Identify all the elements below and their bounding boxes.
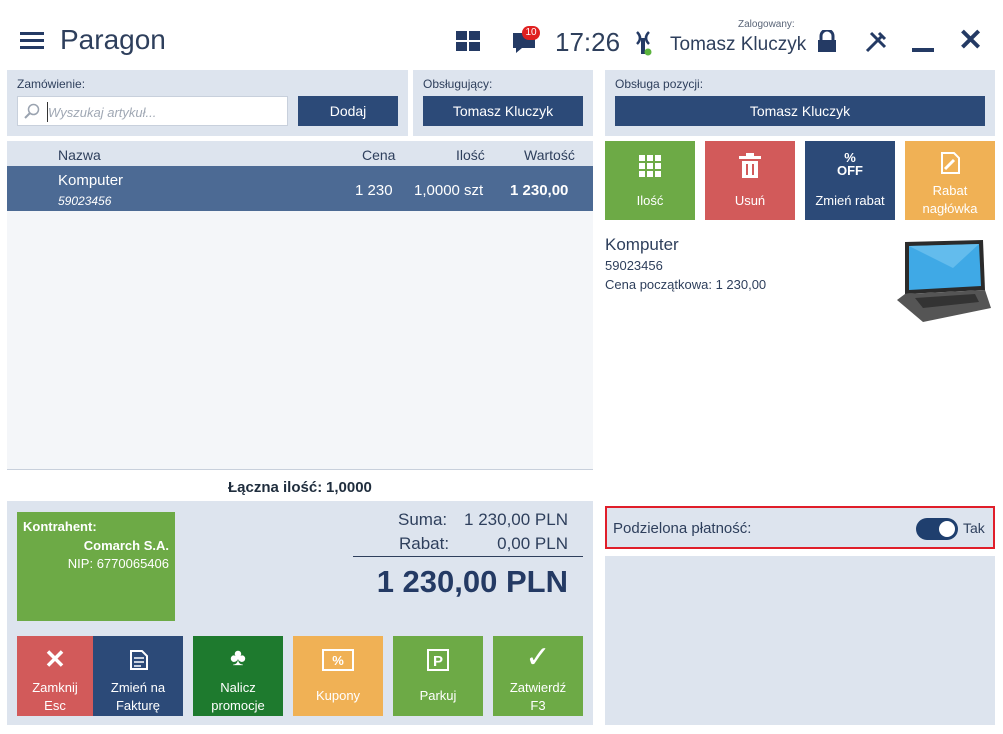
row-code: 59023456: [58, 194, 112, 208]
discount-label: Rabat:: [399, 534, 450, 553]
grid-icon: [639, 155, 661, 177]
confirm-button[interactable]: ✓ Zatwierdź F3: [493, 636, 583, 716]
quantity-button[interactable]: Ilość: [605, 141, 695, 220]
parking-icon: P: [427, 649, 449, 671]
contractor-label: Kontrahent:: [23, 519, 97, 534]
sum-label: Suma:: [398, 510, 448, 529]
discount-value: 0,00 PLN: [497, 534, 568, 553]
tiles-icon[interactable]: [456, 31, 480, 51]
minimize-icon[interactable]: [912, 48, 934, 52]
search-icon: [24, 103, 40, 119]
order-label: Zamówienie:: [17, 77, 86, 91]
contractor-nip: NIP: 6770065406: [67, 556, 169, 571]
served-label: Obsługujący:: [423, 77, 493, 91]
search-box[interactable]: [17, 96, 288, 126]
clock: 17:26: [555, 27, 621, 57]
logged-user[interactable]: Tomasz Kluczyk: [670, 34, 806, 56]
row-name: Komputer: [58, 172, 124, 189]
apply-promotions-button[interactable]: ♣ Nalicz promocje: [193, 636, 283, 716]
table-row[interactable]: Komputer 59023456 1 230 1,0000 szt 1 230…: [7, 166, 593, 211]
col-value[interactable]: Wartość: [524, 147, 575, 163]
signal-icon: [636, 31, 652, 56]
item-name: Komputer: [605, 235, 679, 254]
contractor-card[interactable]: Kontrahent: Comarch S.A. NIP: 6770065406: [17, 512, 175, 621]
position-service-label: Obsługa pozycji:: [615, 77, 704, 91]
grand-total: 1 230,00 PLN: [376, 564, 568, 599]
invoice-icon: [130, 650, 148, 670]
total-qty-value: 1,0000: [326, 479, 372, 496]
trash-icon: [739, 153, 761, 178]
split-payment-label: Podzielona płatność:: [613, 520, 752, 537]
change-to-invoice-button[interactable]: Zmień na Fakturę: [93, 636, 183, 716]
notification-badge: 10: [522, 26, 540, 40]
check-icon: ✓: [525, 641, 551, 674]
sum-divider: [353, 556, 583, 557]
svg-text:P: P: [433, 653, 443, 670]
col-name[interactable]: Nazwa: [58, 147, 101, 163]
position-service-select[interactable]: Tomasz Kluczyk: [615, 96, 985, 126]
coupon-icon: %: [322, 649, 354, 671]
coupons-button[interactable]: % Kupony: [293, 636, 383, 716]
col-price[interactable]: Cena: [362, 147, 395, 163]
header-discount-button[interactable]: Rabat nagłówka: [905, 141, 995, 220]
delete-button[interactable]: Usuń: [705, 141, 795, 220]
svg-text:%: %: [332, 653, 344, 668]
payments-panel: [605, 556, 995, 725]
app-header: Paragon 10 17:26 Zalogowany: Tomasz Kluc…: [0, 0, 1003, 70]
tools-icon[interactable]: [864, 30, 888, 54]
close-icon[interactable]: ✕: [958, 26, 983, 56]
row-value: 1 230,00: [510, 182, 569, 199]
laptop-icon: [897, 240, 991, 322]
total-qty-label: Łączna ilość:: [228, 479, 323, 496]
menu-icon[interactable]: [20, 32, 44, 50]
search-input[interactable]: [48, 103, 278, 121]
clover-icon: ♣: [230, 644, 246, 671]
contractor-name: Comarch S.A.: [83, 538, 169, 553]
lock-icon[interactable]: [816, 30, 838, 52]
row-qty: 1,0000 szt: [414, 182, 484, 199]
served-select[interactable]: Tomasz Kluczyk: [423, 96, 583, 126]
split-payment-toggle[interactable]: [916, 518, 958, 540]
col-qty[interactable]: Ilość: [456, 147, 485, 163]
sum-value: 1 230,00 PLN: [464, 510, 568, 529]
split-payment-value: Tak: [963, 520, 985, 536]
change-discount-button[interactable]: % OFF Zmień rabat: [805, 141, 895, 220]
page-title: Paragon: [60, 24, 166, 55]
add-button[interactable]: Dodaj: [298, 96, 398, 126]
row-price: 1 230: [355, 182, 393, 199]
item-initial-price: Cena początkowa: 1 230,00: [605, 277, 767, 292]
logged-label: Zalogowany:: [738, 19, 795, 30]
item-code: 59023456: [605, 258, 663, 273]
x-icon: ✕: [44, 644, 66, 674]
divider: [7, 469, 593, 470]
park-button[interactable]: P Parkuj: [393, 636, 483, 716]
edit-icon: [941, 152, 960, 174]
close-receipt-button[interactable]: ✕ Zamknij Esc: [17, 636, 93, 716]
